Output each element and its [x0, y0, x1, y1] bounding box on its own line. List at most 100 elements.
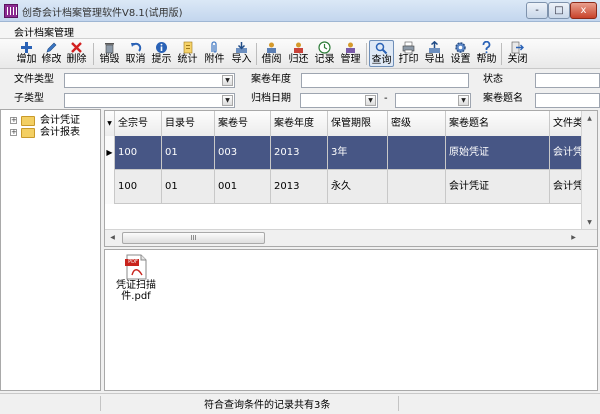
table-cell: 003: [215, 136, 271, 170]
table-cell: [388, 170, 446, 204]
title-input[interactable]: [535, 93, 600, 108]
delete-icon: [70, 41, 83, 54]
info-icon: [155, 41, 168, 54]
import-icon: [235, 41, 248, 54]
table-cell: 会计凭证: [446, 170, 550, 204]
table-cell: 永久: [328, 170, 388, 204]
status-bar: 符合查询条件的记录共有3条: [0, 393, 600, 414]
column-header[interactable]: 文件类: [550, 111, 582, 136]
gear-icon: [454, 41, 467, 54]
table-cell: 原始凭证: [446, 136, 550, 170]
column-header[interactable]: 案卷年度: [271, 111, 328, 136]
minimize-button[interactable]: -: [526, 2, 548, 19]
file-type-select[interactable]: ▼: [64, 73, 235, 88]
scroll-left-icon[interactable]: ◀: [105, 230, 120, 245]
archive-date-label: 归档日期: [251, 93, 291, 104]
paperclip-icon: [208, 41, 221, 54]
record-count-status: 符合查询条件的记录共有3条: [204, 400, 331, 411]
table-cell: 100: [115, 170, 162, 204]
exit-icon: [511, 41, 524, 54]
table-row[interactable]: 100 01 001 2013 永久 会计凭证 会计凭: [105, 170, 582, 204]
window-title: 创奇会计档案管理软件V8.1(试用版): [22, 8, 183, 19]
statistics-icon: [181, 41, 194, 54]
table-cell: 会计凭: [550, 170, 582, 204]
folder-icon: [21, 128, 35, 138]
query-button[interactable]: 查询: [369, 40, 394, 67]
archive-date-from[interactable]: ▼: [300, 93, 378, 108]
clock-icon: [318, 41, 331, 54]
import-button[interactable]: 导入: [229, 40, 254, 67]
borrow-button[interactable]: 借阅: [259, 40, 284, 67]
table-header: ▼ 全宗号 目录号 案卷号 案卷年度 保管期限 密级 案卷题名 文件类: [105, 111, 597, 137]
toolbar: 增加 修改 删除 销毁 取消 提示 统计 附件 导入 借阅 归还 记录 管理 查…: [0, 39, 600, 69]
table-cell: 会计凭: [550, 136, 582, 170]
maximize-button[interactable]: □: [548, 2, 570, 19]
file-type-label: 文件类型: [14, 74, 54, 85]
app-icon: [4, 4, 18, 18]
return-icon: [292, 41, 305, 54]
chevron-down-icon[interactable]: ▼: [222, 75, 233, 86]
column-header[interactable]: 全宗号: [115, 111, 162, 136]
row-indicator-icon: ▶: [105, 136, 115, 170]
borrow-icon: [265, 41, 278, 54]
expand-icon[interactable]: +: [10, 117, 17, 124]
archive-date-to[interactable]: ▼: [395, 93, 471, 108]
table-cell: [388, 136, 446, 170]
table-cell: 100: [115, 136, 162, 170]
manage-button[interactable]: 管理: [338, 40, 363, 67]
table-cell: 01: [162, 136, 215, 170]
archive-table: ▼ 全宗号 目录号 案卷号 案卷年度 保管期限 密级 案卷题名 文件类 ▶ 10…: [104, 110, 598, 247]
table-cell: 3年: [328, 136, 388, 170]
attachment-button[interactable]: 附件: [202, 40, 227, 67]
chevron-down-icon[interactable]: ▼: [222, 95, 233, 106]
horizontal-scrollbar[interactable]: ◀ III ▶: [105, 229, 597, 246]
menu-item-archive-management[interactable]: 会计档案管理: [14, 24, 74, 39]
scroll-thumb[interactable]: III: [122, 232, 265, 244]
printer-icon: [402, 41, 415, 54]
table-cell: 01: [162, 170, 215, 204]
help-icon: [480, 40, 493, 54]
sub-type-select[interactable]: ▼: [64, 93, 235, 108]
pdf-badge: PDF: [128, 259, 138, 265]
column-chooser[interactable]: ▼: [105, 111, 115, 136]
statistics-button[interactable]: 统计: [175, 40, 200, 67]
help-button[interactable]: 帮助: [474, 40, 499, 67]
category-tree: + 会计凭证 + 会计报表: [0, 109, 101, 391]
column-header[interactable]: 目录号: [162, 111, 215, 136]
column-header[interactable]: 密级: [388, 111, 446, 136]
scroll-right-icon[interactable]: ▶: [566, 230, 581, 245]
manage-icon: [344, 41, 357, 54]
delete-button[interactable]: 删除: [64, 40, 89, 67]
search-icon: [375, 42, 388, 55]
status-label: 状态: [483, 74, 503, 85]
attachment-file-name[interactable]: 凭证扫描件.pdf: [111, 280, 161, 302]
year-label: 案卷年度: [251, 74, 291, 85]
column-header[interactable]: 案卷号: [215, 111, 271, 136]
table-row[interactable]: ▶ 100 01 003 2013 3年 原始凭证 会计凭: [105, 136, 582, 170]
table-cell: 2013: [271, 170, 328, 204]
title-label: 案卷题名: [483, 93, 523, 104]
chevron-down-icon[interactable]: ▼: [365, 95, 376, 106]
menu-bar: 会计档案管理: [0, 22, 600, 39]
pdf-file-icon[interactable]: PDF: [124, 254, 148, 280]
exit-button[interactable]: 关闭: [505, 40, 530, 67]
year-input[interactable]: [301, 73, 469, 88]
trash-icon: [103, 41, 116, 54]
scroll-down-icon[interactable]: ▼: [582, 215, 597, 230]
table-cell: 2013: [271, 136, 328, 170]
edit-icon: [45, 41, 58, 54]
chevron-down-icon[interactable]: ▼: [458, 95, 469, 106]
folder-icon: [21, 116, 35, 126]
column-header[interactable]: 保管期限: [328, 111, 388, 136]
export-icon: [428, 40, 441, 54]
close-button[interactable]: x: [570, 2, 597, 19]
status-select[interactable]: [535, 73, 600, 88]
date-range-separator: -: [384, 93, 388, 104]
expand-icon[interactable]: +: [10, 129, 17, 136]
column-header[interactable]: 案卷题名: [446, 111, 550, 136]
sub-type-label: 子类型: [14, 93, 44, 104]
scroll-up-icon[interactable]: ▲: [582, 111, 597, 126]
row-indicator: [105, 170, 115, 204]
vertical-scrollbar[interactable]: ▲ ▼: [581, 111, 597, 230]
undo-icon: [129, 41, 142, 54]
